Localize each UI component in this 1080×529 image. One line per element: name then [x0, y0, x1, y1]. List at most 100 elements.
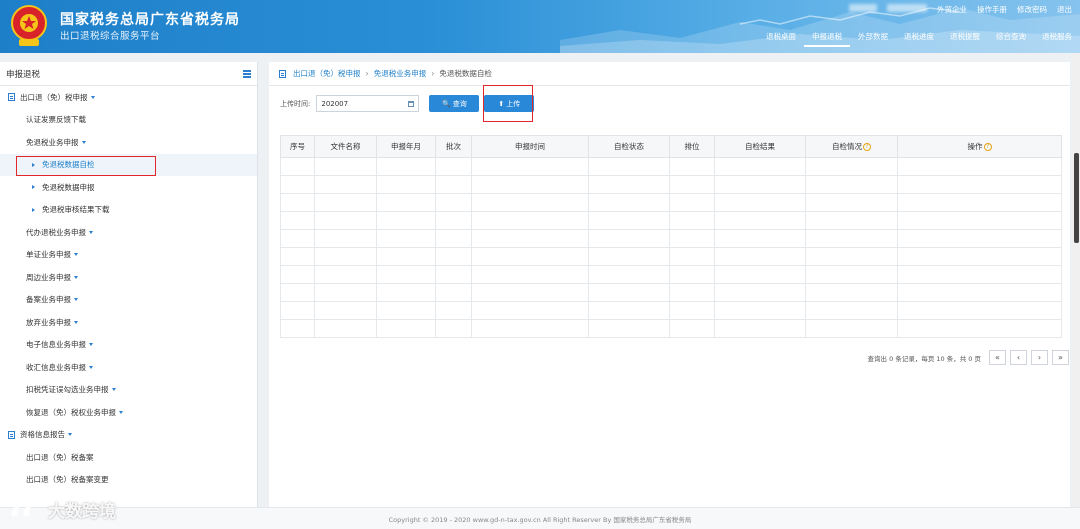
- sidebar-item-label: 恢复退（免）税权业务申报: [26, 407, 116, 417]
- table-cell: [669, 193, 715, 212]
- nav-refund-service[interactable]: 退税服务: [1034, 29, 1080, 47]
- table-cell: [435, 175, 472, 194]
- table-row: [280, 247, 1062, 266]
- table-cell: [897, 157, 1062, 176]
- breadcrumb-item[interactable]: 出口退（免）税申报: [293, 68, 361, 79]
- sidebar-item-document-business[interactable]: 单证业务申报: [0, 244, 257, 267]
- table-row: [280, 265, 1062, 284]
- table-cell: [376, 193, 436, 212]
- table-cell: [435, 193, 472, 212]
- sidebar-item-waiver-business[interactable]: 放弃业务申报: [0, 311, 257, 334]
- calendar-icon[interactable]: [408, 100, 415, 107]
- table-cell: [280, 247, 315, 266]
- table-cell: [435, 301, 472, 320]
- sidebar-item-export-refund-declare[interactable]: 出口退（免）税申报: [0, 86, 257, 109]
- nav-refund-progress[interactable]: 退税进度: [896, 29, 942, 47]
- col-header-label: 操作: [967, 142, 983, 151]
- upload-time-input[interactable]: 202007: [316, 95, 420, 112]
- sidebar-header: 申报退税: [0, 62, 257, 86]
- table-cell: [588, 301, 670, 320]
- table-cell: [805, 193, 898, 212]
- link-foreign-trade-enterprise[interactable]: 外贸企业: [937, 4, 967, 15]
- table-cell: [897, 301, 1062, 320]
- nav-tax-desktop[interactable]: 退税桌面: [758, 29, 804, 47]
- sidebar-item-agency-refund[interactable]: 代办退税业务申报: [0, 221, 257, 244]
- last-page-button[interactable]: »: [1052, 350, 1069, 365]
- link-logout[interactable]: 退出: [1057, 4, 1072, 15]
- menu-toggle-icon[interactable]: [243, 70, 251, 78]
- next-page-button[interactable]: ›: [1031, 350, 1048, 365]
- sidebar-item-label: 周边业务申报: [26, 272, 71, 282]
- table-cell: [280, 229, 315, 248]
- table-cell: [471, 211, 589, 230]
- table-cell: [314, 247, 377, 266]
- table-cell: [280, 283, 315, 302]
- sidebar-item-fx-receipt-business[interactable]: 收汇信息业务申报: [0, 356, 257, 379]
- table-cell: [714, 283, 806, 302]
- national-emblem-icon: [11, 5, 47, 46]
- link-user-manual[interactable]: 操作手册: [977, 4, 1007, 15]
- table-cell: [280, 319, 315, 338]
- sidebar-item-label: 资格信息报告: [20, 430, 65, 440]
- table-cell: [805, 157, 898, 176]
- table-cell: [714, 301, 806, 320]
- brand-title: 国家税务总局广东省税务局: [60, 12, 240, 28]
- nav-refund-reminder[interactable]: 退税提醒: [942, 29, 988, 47]
- table-cell: [805, 283, 898, 302]
- table-cell: [897, 265, 1062, 284]
- table-row: [280, 301, 1062, 320]
- top-links: 外贸企业 操作手册 修改密码 退出: [849, 4, 1072, 15]
- sidebar-item-exempt-refund-business[interactable]: 免退税业务申报: [0, 131, 257, 154]
- col-header-rank: 排位: [669, 135, 715, 158]
- table-cell: [471, 265, 589, 284]
- sidebar-item-invoice-feedback-download[interactable]: 认证发票反馈下载: [0, 109, 257, 132]
- caret-down-icon: [74, 275, 78, 279]
- table-cell: [314, 193, 377, 212]
- sidebar-item-label: 放弃业务申报: [26, 317, 71, 327]
- table-cell: [471, 301, 589, 320]
- table-row: [280, 283, 1062, 302]
- first-page-button[interactable]: «: [989, 350, 1006, 365]
- sidebar-item-qualification-report[interactable]: 资格信息报告: [0, 424, 257, 447]
- link-change-password[interactable]: 修改密码: [1017, 4, 1047, 15]
- nav-external-data[interactable]: 外部数据: [850, 29, 896, 47]
- table-cell: [714, 247, 806, 266]
- caret-down-icon: [89, 230, 93, 234]
- sidebar-item-deduction-voucher-business[interactable]: 扣税凭证误勾选业务申报: [0, 379, 257, 402]
- nav-general-query[interactable]: 综合查询: [988, 29, 1034, 47]
- page-scrollbar[interactable]: [1073, 53, 1080, 529]
- scrollbar-thumb[interactable]: [1074, 153, 1079, 243]
- watermark-logo-icon: [11, 504, 34, 517]
- caret-down-icon: [90, 95, 95, 99]
- table-cell: [805, 301, 898, 320]
- query-button[interactable]: 🔍 查询: [429, 95, 480, 112]
- sidebar-item-review-result-download[interactable]: 免退税审核结果下载: [0, 199, 257, 222]
- table-cell: [714, 193, 806, 212]
- sidebar-item-restore-refund-right[interactable]: 恢复退（免）税权业务申报: [0, 401, 257, 424]
- highlight-box-upload: [483, 85, 533, 122]
- sidebar-item-filing-business[interactable]: 备案业务申报: [0, 289, 257, 312]
- col-header-file-name: 文件名称: [314, 135, 377, 158]
- sidebar-item-refund-filing[interactable]: 出口退（免）税备案: [0, 446, 257, 469]
- table-row: [280, 175, 1062, 194]
- caret-down-icon: [68, 433, 72, 437]
- table-cell: [376, 319, 436, 338]
- sidebar-item-data-declare[interactable]: 免退税数据申报: [0, 176, 257, 199]
- brand-subtitle: 出口退税综合服务平台: [60, 31, 161, 42]
- table-cell: [376, 211, 436, 230]
- nav-declare-refund[interactable]: 申报退税: [804, 29, 850, 47]
- table-cell: [314, 265, 377, 284]
- prev-page-button[interactable]: ‹: [1010, 350, 1027, 365]
- caret-right-icon: [32, 207, 35, 212]
- help-icon[interactable]: ?: [863, 143, 871, 151]
- sidebar-item-label: 收汇信息业务申报: [26, 362, 86, 372]
- sidebar-item-peripheral-business[interactable]: 周边业务申报: [0, 266, 257, 289]
- help-icon[interactable]: ?: [983, 143, 992, 151]
- breadcrumb-item[interactable]: 免退税业务申报: [374, 68, 427, 79]
- sidebar-item-e-info-business[interactable]: 电子信息业务申报: [0, 334, 257, 357]
- table-cell: [435, 319, 472, 338]
- table-cell: [314, 319, 377, 338]
- table-cell: [376, 283, 436, 302]
- sidebar-item-refund-filing-change[interactable]: 出口退（免）税备案变更: [0, 469, 257, 492]
- table-cell: [805, 229, 898, 248]
